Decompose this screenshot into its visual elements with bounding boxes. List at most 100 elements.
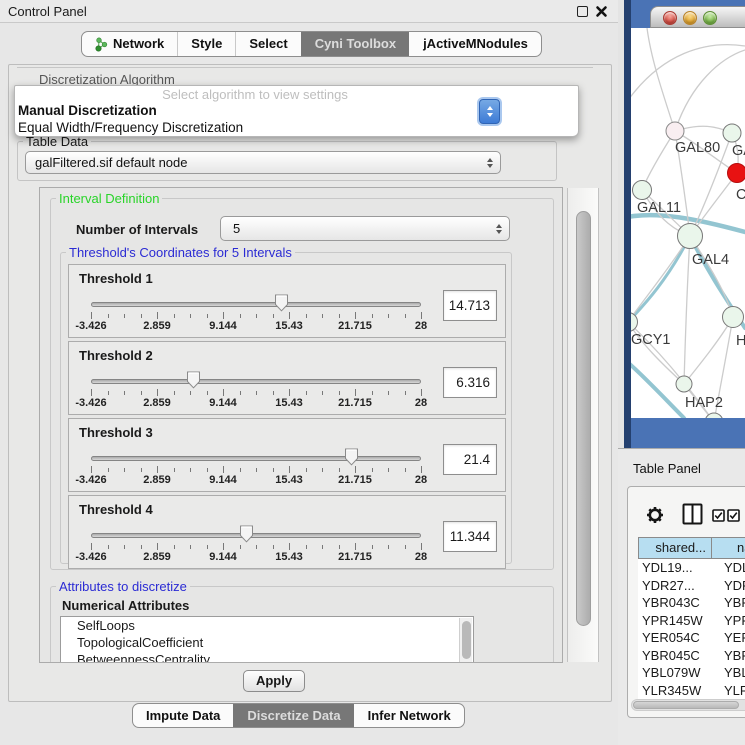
checkbox-icon[interactable] bbox=[727, 509, 740, 522]
node-selected[interactable] bbox=[728, 164, 745, 183]
attribute-item[interactable]: BetweennessCentrality bbox=[61, 651, 473, 663]
node-label: HAP2 bbox=[685, 395, 723, 411]
tab-cyni-toolbox[interactable]: Cyni Toolbox bbox=[301, 32, 409, 56]
threshold-slider-thumb[interactable] bbox=[274, 294, 289, 312]
threshold-value-input[interactable]: 21.4 bbox=[443, 444, 497, 475]
number-of-intervals-combobox[interactable]: 5 bbox=[220, 216, 510, 241]
cell-name[interactable]: YDL1 bbox=[712, 559, 745, 577]
network-window-titlebar[interactable] bbox=[650, 6, 745, 28]
cell-shared-name[interactable]: YDR27... bbox=[638, 577, 712, 595]
table-row[interactable]: YER054CYER0 bbox=[638, 629, 745, 647]
attributes-scrollbar[interactable] bbox=[459, 618, 472, 663]
threshold-slider-track[interactable] bbox=[91, 379, 421, 384]
node[interactable] bbox=[723, 124, 741, 142]
apply-button[interactable]: Apply bbox=[243, 670, 305, 692]
attributes-listbox[interactable]: SelfLoopsTopologicalCoefficientBetweenne… bbox=[60, 616, 474, 663]
table-row[interactable]: YDL19...YDL1 bbox=[638, 559, 745, 577]
mac-close-button[interactable] bbox=[663, 11, 677, 25]
cell-shared-name[interactable]: YLR345W bbox=[638, 682, 712, 700]
control-panel: Control Panel Network Style Selec bbox=[0, 0, 618, 745]
attribute-item[interactable]: TopologicalCoefficient bbox=[61, 634, 473, 651]
cell-shared-name[interactable]: YBR045C bbox=[638, 647, 712, 665]
node-hap2[interactable] bbox=[676, 376, 692, 392]
spinner-down-icon bbox=[487, 113, 493, 117]
tab-infer-network-label: Infer Network bbox=[368, 704, 451, 727]
algorithm-fieldset-border bbox=[17, 67, 593, 68]
panel-scrollbar-thumb[interactable] bbox=[576, 211, 591, 626]
node[interactable] bbox=[723, 307, 744, 328]
threshold-row: Threshold 2 -3.4262.8599.14415.4321.7152… bbox=[68, 341, 506, 415]
cell-name[interactable]: YLR3 bbox=[712, 682, 745, 700]
cell-shared-name[interactable]: YBL079W bbox=[638, 664, 712, 682]
cell-shared-name[interactable]: YPR145W bbox=[638, 612, 712, 630]
column-header-name[interactable]: na bbox=[712, 537, 745, 559]
settings-scroll-panel: Interval Definition Number of Intervals … bbox=[39, 187, 563, 663]
node-gal11[interactable] bbox=[633, 181, 652, 200]
table-hscrollbar-thumb[interactable] bbox=[633, 701, 739, 709]
tab-impute-data[interactable]: Impute Data bbox=[133, 704, 233, 727]
close-icon[interactable] bbox=[595, 5, 608, 18]
tab-network[interactable]: Network bbox=[82, 32, 177, 56]
cell-name[interactable]: YDR2 bbox=[712, 577, 745, 595]
edge-highlight bbox=[631, 358, 684, 418]
cell-shared-name[interactable]: YER054C bbox=[638, 629, 712, 647]
network-canvas[interactable]: GAL80 GA C GAL11 GAL4 GCY1 H HAP2 bbox=[631, 28, 745, 418]
cell-shared-name[interactable]: YBR043C bbox=[638, 594, 712, 612]
split-columns-icon[interactable] bbox=[682, 503, 703, 525]
edge bbox=[684, 236, 690, 384]
threshold-slider-thumb[interactable] bbox=[239, 525, 254, 543]
float-window-icon[interactable] bbox=[577, 6, 588, 17]
threshold-value-input[interactable]: 11.344 bbox=[443, 521, 497, 552]
algorithm-dropdown-button[interactable] bbox=[479, 99, 500, 124]
threshold-label: Threshold 3 bbox=[79, 425, 153, 440]
tab-discretize-data[interactable]: Discretize Data bbox=[233, 704, 353, 727]
tab-infer-network[interactable]: Infer Network bbox=[354, 704, 464, 727]
table-panel-card: shared... na YDL19...YDL1YDR27...YDR2YBR… bbox=[627, 486, 745, 718]
attribute-item[interactable]: SelfLoops bbox=[61, 617, 473, 634]
threshold-slider-track[interactable] bbox=[91, 456, 421, 461]
threshold-value-input[interactable]: 6.316 bbox=[443, 367, 497, 398]
node-gal80[interactable] bbox=[666, 122, 684, 140]
cell-name[interactable]: YER0 bbox=[712, 629, 745, 647]
mac-minimize-button[interactable] bbox=[683, 11, 697, 25]
mac-zoom-button[interactable] bbox=[703, 11, 717, 25]
attributes-scrollbar-thumb[interactable] bbox=[462, 621, 471, 659]
tab-style-label: Style bbox=[191, 32, 222, 56]
tab-jactivemnodules[interactable]: jActiveMNodules bbox=[409, 32, 541, 56]
number-of-intervals-label: Number of Intervals bbox=[76, 222, 198, 237]
slider-tick-marks bbox=[91, 466, 421, 474]
column-header-shared-name[interactable]: shared... bbox=[638, 537, 712, 559]
table-row[interactable]: YDR27...YDR2 bbox=[638, 577, 745, 595]
cell-name[interactable]: YBR0 bbox=[712, 647, 745, 665]
table-hscrollbar-track[interactable] bbox=[631, 699, 745, 711]
tab-style[interactable]: Style bbox=[177, 32, 235, 56]
screen: Control Panel Network Style Selec bbox=[0, 0, 745, 745]
slider-tick-labels: -3.4262.8599.14415.4321.71528 bbox=[91, 320, 421, 332]
tab-cyni-toolbox-label: Cyni Toolbox bbox=[315, 32, 396, 56]
table-row[interactable]: YBR043CYBR0 bbox=[638, 594, 745, 612]
edge bbox=[642, 131, 675, 190]
threshold-slider-track[interactable] bbox=[91, 533, 421, 538]
panel-scrollbar-track[interactable] bbox=[567, 188, 599, 662]
node-gal4[interactable] bbox=[678, 224, 703, 249]
node-gcy1[interactable] bbox=[631, 313, 638, 332]
table-row[interactable]: YPR145WYPR1 bbox=[638, 612, 745, 630]
numerical-attributes-label: Numerical Attributes bbox=[62, 598, 189, 613]
table-panel-title: Table Panel bbox=[633, 461, 701, 476]
slider-tick-labels: -3.4262.8599.14415.4321.71528 bbox=[91, 397, 421, 409]
tab-select[interactable]: Select bbox=[235, 32, 300, 56]
table-row[interactable]: YBL079WYBL0 bbox=[638, 664, 745, 682]
table-row[interactable]: YBR045CYBR0 bbox=[638, 647, 745, 665]
table-data-combobox[interactable]: galFiltered.sif default node bbox=[25, 151, 501, 174]
gear-icon[interactable] bbox=[644, 504, 666, 526]
cell-name[interactable]: YBR0 bbox=[712, 594, 745, 612]
threshold-slider-track[interactable] bbox=[91, 302, 421, 307]
cell-name[interactable]: YPR1 bbox=[712, 612, 745, 630]
checkbox-icon[interactable] bbox=[712, 509, 725, 522]
cell-name[interactable]: YBL0 bbox=[712, 664, 745, 682]
threshold-value-input[interactable]: 14.713 bbox=[443, 290, 497, 321]
cell-shared-name[interactable]: YDL19... bbox=[638, 559, 712, 577]
table-row[interactable]: YLR345WYLR3 bbox=[638, 682, 745, 700]
threshold-slider-thumb[interactable] bbox=[344, 448, 359, 466]
threshold-slider-thumb[interactable] bbox=[186, 371, 201, 389]
